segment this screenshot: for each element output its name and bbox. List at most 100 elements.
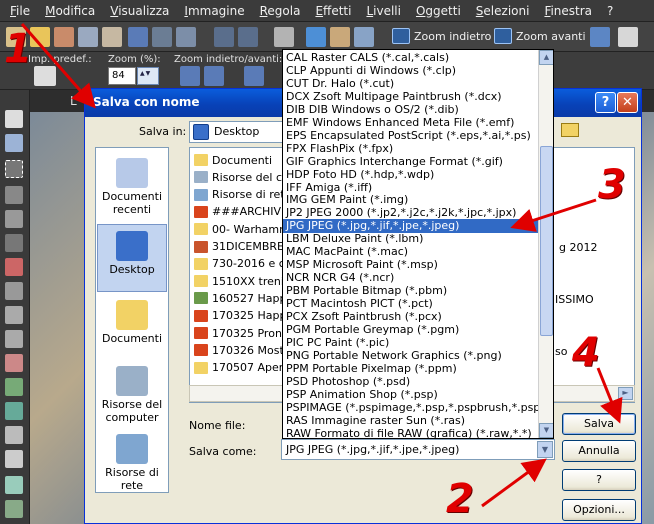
zoom-spinner[interactable] — [137, 67, 159, 85]
move-icon[interactable] — [5, 234, 23, 252]
save-button[interactable]: Salva — [562, 413, 636, 435]
crop-icon[interactable] — [5, 210, 23, 228]
menu-item[interactable]: Effetti — [315, 4, 351, 18]
file-type-option[interactable]: MSP Microsoft Paint (*.msp) — [283, 258, 538, 272]
zoom-in-small-icon[interactable] — [204, 66, 224, 86]
file-type-option[interactable]: CUT Dr. Halo (*.cut) — [283, 77, 538, 91]
options-button[interactable]: Opzioni... — [562, 499, 636, 521]
scroll-thumb[interactable] — [540, 146, 553, 336]
redo-icon[interactable] — [238, 27, 258, 47]
undo-icon[interactable] — [214, 27, 234, 47]
file-type-option[interactable]: GIF Graphics Interchange Format (*.gif) — [283, 155, 538, 169]
dropdown-scrollbar[interactable]: ▲ ▼ — [538, 50, 553, 438]
zoom-out-small-icon[interactable] — [180, 66, 200, 86]
file-list-item[interactable]: 00- Warhamm — [194, 221, 290, 237]
menu-item[interactable]: Modifica — [45, 4, 95, 18]
file-type-option[interactable]: MAC MacPaint (*.mac) — [283, 245, 538, 259]
effect-browser-icon[interactable] — [306, 27, 326, 47]
zoom-back-button[interactable]: Zoom indietro — [392, 28, 491, 44]
palette-icon[interactable] — [590, 27, 610, 47]
scroll-up-icon[interactable]: ▲ — [539, 50, 553, 65]
file-type-option[interactable]: PSPIMAGE (*.pspimage,*.psp,*.pspbrush,*.… — [283, 401, 538, 415]
file-list-item[interactable]: 170326 Mostra — [194, 342, 295, 358]
menu-item[interactable]: Livelli — [366, 4, 401, 18]
place-computer[interactable]: Risorse del computer — [97, 360, 167, 428]
print-icon[interactable] — [102, 27, 122, 47]
file-type-option[interactable]: HDP Foto HD (*.hdp,*.wdp) — [283, 168, 538, 182]
eraser-icon[interactable] — [5, 426, 23, 444]
view-menu-icon[interactable] — [561, 123, 579, 137]
file-type-option[interactable]: EMF Windows Enhanced Meta File (*.emf) — [283, 116, 538, 130]
menu-item[interactable]: ? — [607, 4, 613, 18]
file-type-option[interactable]: IMG GEM Paint (*.img) — [283, 193, 538, 207]
photo-icon[interactable] — [330, 27, 350, 47]
email-icon[interactable] — [176, 27, 196, 47]
file-type-option[interactable]: PIC PC Paint (*.pic) — [283, 336, 538, 350]
file-type-option[interactable]: FPX FlashPix (*.fpx) — [283, 142, 538, 156]
file-type-option[interactable]: DIB DIB Windows o OS/2 (*.dib) — [283, 103, 538, 117]
clone-icon[interactable] — [5, 282, 23, 300]
savetype-combo[interactable]: JPG JPEG (*.jpg,*.jif,*.jpe,*.jpeg) ▼ — [281, 439, 555, 460]
save-icon[interactable] — [128, 27, 148, 47]
file-type-option[interactable]: PPM Portable Pixelmap (*.ppm) — [283, 362, 538, 376]
pan-tool-icon[interactable] — [34, 66, 56, 86]
file-type-option[interactable]: PBM Portable Bitmap (*.pbm) — [283, 284, 538, 298]
file-type-option[interactable]: RAW Formato di file RAW (grafica) (*.raw… — [283, 427, 538, 438]
menu-item[interactable]: Finestra — [544, 4, 592, 18]
file-list-item[interactable]: Risorse di rete — [194, 187, 291, 203]
shape-icon[interactable] — [5, 476, 23, 494]
file-type-option[interactable]: CLP Appunti di Windows (*.clp) — [283, 64, 538, 78]
place-network[interactable]: Risorse di rete — [97, 428, 167, 496]
open-icon[interactable] — [30, 27, 50, 47]
pick-icon[interactable] — [5, 134, 23, 152]
menu-item[interactable]: File — [10, 4, 30, 18]
fit-window-icon[interactable] — [244, 66, 264, 86]
text-icon[interactable] — [5, 450, 23, 468]
menu-item[interactable]: Immagine — [184, 4, 244, 18]
menu-item[interactable]: Visualizza — [110, 4, 169, 18]
place-desktop[interactable]: Desktop — [97, 224, 167, 292]
pen-icon[interactable] — [5, 500, 23, 518]
help-title-button[interactable]: ? — [595, 92, 616, 113]
scroll-down-icon[interactable]: ▼ — [539, 423, 553, 438]
file-list-item[interactable]: Documenti — [194, 152, 272, 168]
file-type-option[interactable]: PNG Portable Network Graphics (*.png) — [283, 349, 538, 363]
file-type-option[interactable]: PCT Macintosh PICT (*.pct) — [283, 297, 538, 311]
file-type-option[interactable]: EPS Encapsulated PostScript (*.eps,*.ai,… — [283, 129, 538, 143]
file-type-option[interactable]: DCX Zsoft Multipage Paintbrush (*.dcx) — [283, 90, 538, 104]
place-documents[interactable]: Documenti — [97, 294, 167, 362]
replace-color-icon[interactable] — [5, 378, 23, 396]
file-type-option[interactable]: NCR NCR G4 (*.ncr) — [283, 271, 538, 285]
cancel-button[interactable]: Annulla — [562, 440, 636, 462]
file-type-option[interactable]: PSD Photoshop (*.psd) — [283, 375, 538, 389]
scratch-remover-icon[interactable] — [5, 306, 23, 324]
brush-icon[interactable] — [5, 354, 23, 372]
help-button[interactable]: ? — [562, 469, 636, 491]
file-list-item[interactable]: 170325 Pronte — [194, 325, 293, 341]
close-button[interactable]: ✕ — [617, 92, 638, 113]
magic-wand-icon[interactable] — [5, 186, 23, 204]
file-type-option[interactable]: LBM Deluxe Paint (*.lbm) — [283, 232, 538, 246]
dodge-icon[interactable] — [5, 330, 23, 348]
scan-icon[interactable] — [78, 27, 98, 47]
chevron-down-icon[interactable]: ▼ — [537, 441, 553, 458]
place-recent[interactable]: Documenti recenti — [97, 152, 167, 220]
menu-item[interactable]: Selezioni — [476, 4, 530, 18]
save-as-icon[interactable] — [152, 27, 172, 47]
file-list-item[interactable]: ###ARCHIVIO — [194, 204, 293, 220]
file-type-option[interactable]: JPG JPEG (*.jpg,*.jif,*.jpe,*.jpeg) — [283, 219, 538, 234]
file-type-option[interactable]: RAS Immagine raster Sun (*.ras) — [283, 414, 538, 428]
file-type-option[interactable]: IFF Amiga (*.iff) — [283, 181, 538, 195]
scroll-right-icon[interactable]: ► — [618, 387, 633, 400]
menu-item[interactable]: Oggetti — [416, 4, 461, 18]
browse-icon[interactable] — [54, 27, 74, 47]
selection-icon[interactable] — [5, 160, 23, 178]
file-type-option[interactable]: JP2 JPEG 2000 (*.jp2,*.j2c,*.j2k,*.jpc,*… — [283, 206, 538, 220]
workspace-icon[interactable] — [618, 27, 638, 47]
image-info-icon[interactable] — [354, 27, 374, 47]
zoom-forward-button[interactable]: Zoom avanti — [494, 28, 586, 44]
red-eye-icon[interactable] — [5, 258, 23, 276]
file-type-option[interactable]: PGM Portable Greymap (*.pgm) — [283, 323, 538, 337]
pan-icon[interactable] — [5, 110, 23, 128]
menu-item[interactable]: Regola — [260, 4, 301, 18]
